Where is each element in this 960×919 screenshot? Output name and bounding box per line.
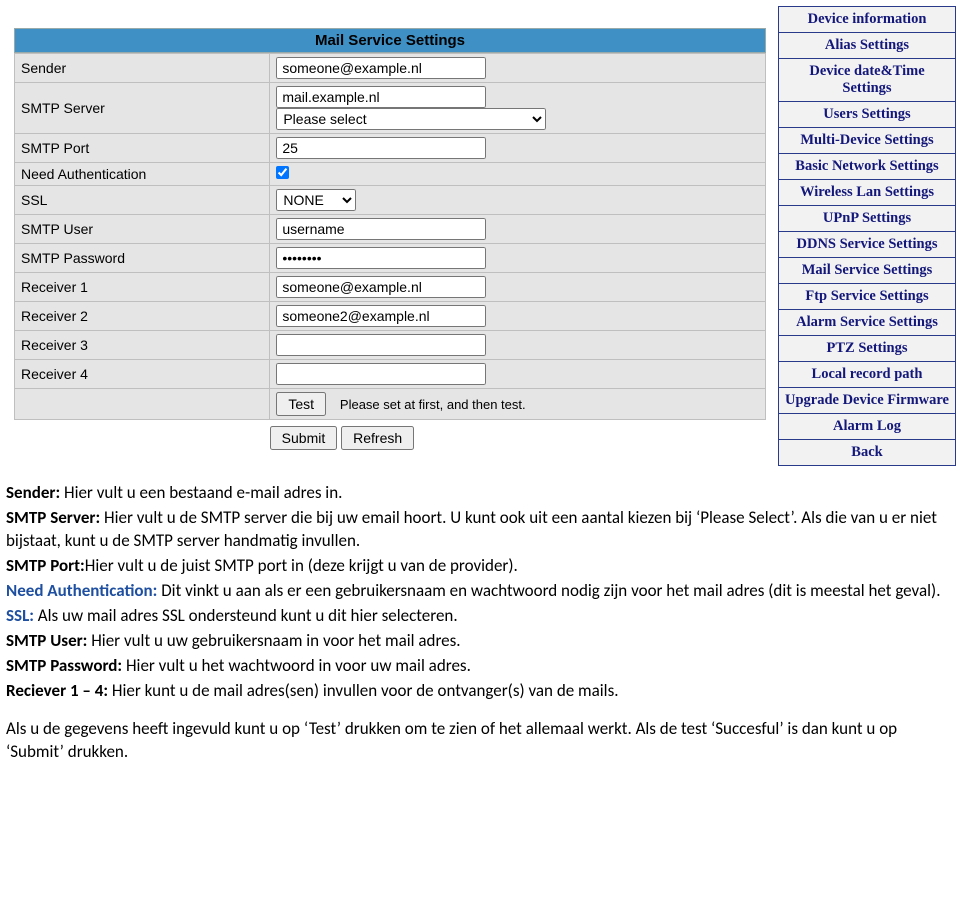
settings-table: Sender SMTP Server Please select SMTP Po…: [14, 53, 766, 420]
doc-smtp-password-label: SMTP Password:: [6, 655, 122, 676]
label-receiver1: Receiver 1: [15, 273, 270, 302]
receiver1-input[interactable]: [276, 276, 486, 298]
smtp-server-select[interactable]: Please select: [276, 108, 546, 130]
doc-receiver-text: Hier kunt u de mail adres(sen) invullen …: [108, 680, 618, 701]
test-button[interactable]: Test: [276, 392, 326, 416]
doc-sender-text: Hier vult u een bestaand e-mail adres in…: [60, 482, 342, 503]
receiver4-input[interactable]: [276, 363, 486, 385]
doc-ssl-label: SSL:: [6, 605, 34, 626]
smtp-user-input[interactable]: [276, 218, 486, 240]
nav-ptz-settings[interactable]: PTZ Settings: [779, 336, 955, 362]
doc-smtp-port-label: SMTP Port:: [6, 555, 85, 576]
ssl-select[interactable]: NONE: [276, 189, 356, 211]
doc-smtp-server-text: Hier vult u de SMTP server die bij uw em…: [6, 507, 937, 551]
need-auth-checkbox[interactable]: [276, 166, 289, 179]
doc-smtp-user-text: Hier vult u uw gebruikersnaam in voor he…: [87, 630, 460, 651]
doc-receiver-label: Reciever 1 – 4:: [6, 680, 108, 701]
label-smtp-password: SMTP Password: [15, 244, 270, 273]
nav-wireless-lan-settings[interactable]: Wireless Lan Settings: [779, 180, 955, 206]
label-need-auth: Need Authentication: [15, 163, 270, 186]
smtp-server-input[interactable]: [276, 86, 486, 108]
panel-title: Mail Service Settings: [14, 28, 766, 53]
label-sender: Sender: [15, 54, 270, 83]
nav-ftp-service-settings[interactable]: Ftp Service Settings: [779, 284, 955, 310]
doc-need-auth-label: Need Authentication:: [6, 580, 157, 601]
nav-local-record-path[interactable]: Local record path: [779, 362, 955, 388]
test-hint: Please set at first, and then test.: [340, 397, 526, 412]
nav-mail-service-settings[interactable]: Mail Service Settings: [779, 258, 955, 284]
receiver2-input[interactable]: [276, 305, 486, 327]
label-receiver2: Receiver 2: [15, 302, 270, 331]
nav-device-date-time-settings[interactable]: Device date&Time Settings: [779, 59, 955, 102]
nav-users-settings[interactable]: Users Settings: [779, 102, 955, 128]
nav-upnp-settings[interactable]: UPnP Settings: [779, 206, 955, 232]
doc-need-auth-text: Dit vinkt u aan als er een gebruikersnaa…: [157, 580, 940, 601]
receiver3-input[interactable]: [276, 334, 486, 356]
doc-smtp-user-label: SMTP User:: [6, 630, 87, 651]
nav-alarm-service-settings[interactable]: Alarm Service Settings: [779, 310, 955, 336]
doc-ssl-text: Als uw mail adres SSL ondersteund kunt u…: [34, 605, 458, 626]
doc-smtp-server-label: SMTP Server:: [6, 507, 100, 528]
mail-settings-panel: Mail Service Settings Sender SMTP Server…: [14, 4, 766, 456]
nav-alias-settings[interactable]: Alias Settings: [779, 33, 955, 59]
nav-back[interactable]: Back: [779, 440, 955, 465]
doc-smtp-port-text: Hier vult u de juist SMTP port in (deze …: [85, 555, 518, 576]
doc-footer-text: Als u de gegevens heeft ingevuld kunt u …: [6, 718, 954, 764]
doc-body: Sender: Hier vult u een bestaand e-mail …: [0, 466, 960, 772]
label-smtp-port: SMTP Port: [15, 134, 270, 163]
sender-input[interactable]: [276, 57, 486, 79]
doc-smtp-password-text: Hier vult u het wachtwoord in voor uw ma…: [122, 655, 471, 676]
submit-button[interactable]: Submit: [270, 426, 338, 450]
label-receiver4: Receiver 4: [15, 360, 270, 389]
side-nav: Device information Alias Settings Device…: [778, 6, 956, 466]
nav-basic-network-settings[interactable]: Basic Network Settings: [779, 154, 955, 180]
label-smtp-server: SMTP Server: [15, 83, 270, 134]
nav-device-information[interactable]: Device information: [779, 7, 955, 33]
label-receiver3: Receiver 3: [15, 331, 270, 360]
smtp-password-input[interactable]: [276, 247, 486, 269]
label-smtp-user: SMTP User: [15, 215, 270, 244]
doc-sender-label: Sender:: [6, 482, 60, 503]
nav-alarm-log[interactable]: Alarm Log: [779, 414, 955, 440]
nav-ddns-service-settings[interactable]: DDNS Service Settings: [779, 232, 955, 258]
label-empty-test: [15, 389, 270, 420]
nav-multi-device-settings[interactable]: Multi-Device Settings: [779, 128, 955, 154]
nav-upgrade-device-firmware[interactable]: Upgrade Device Firmware: [779, 388, 955, 414]
label-ssl: SSL: [15, 186, 270, 215]
refresh-button[interactable]: Refresh: [341, 426, 414, 450]
smtp-port-input[interactable]: [276, 137, 486, 159]
